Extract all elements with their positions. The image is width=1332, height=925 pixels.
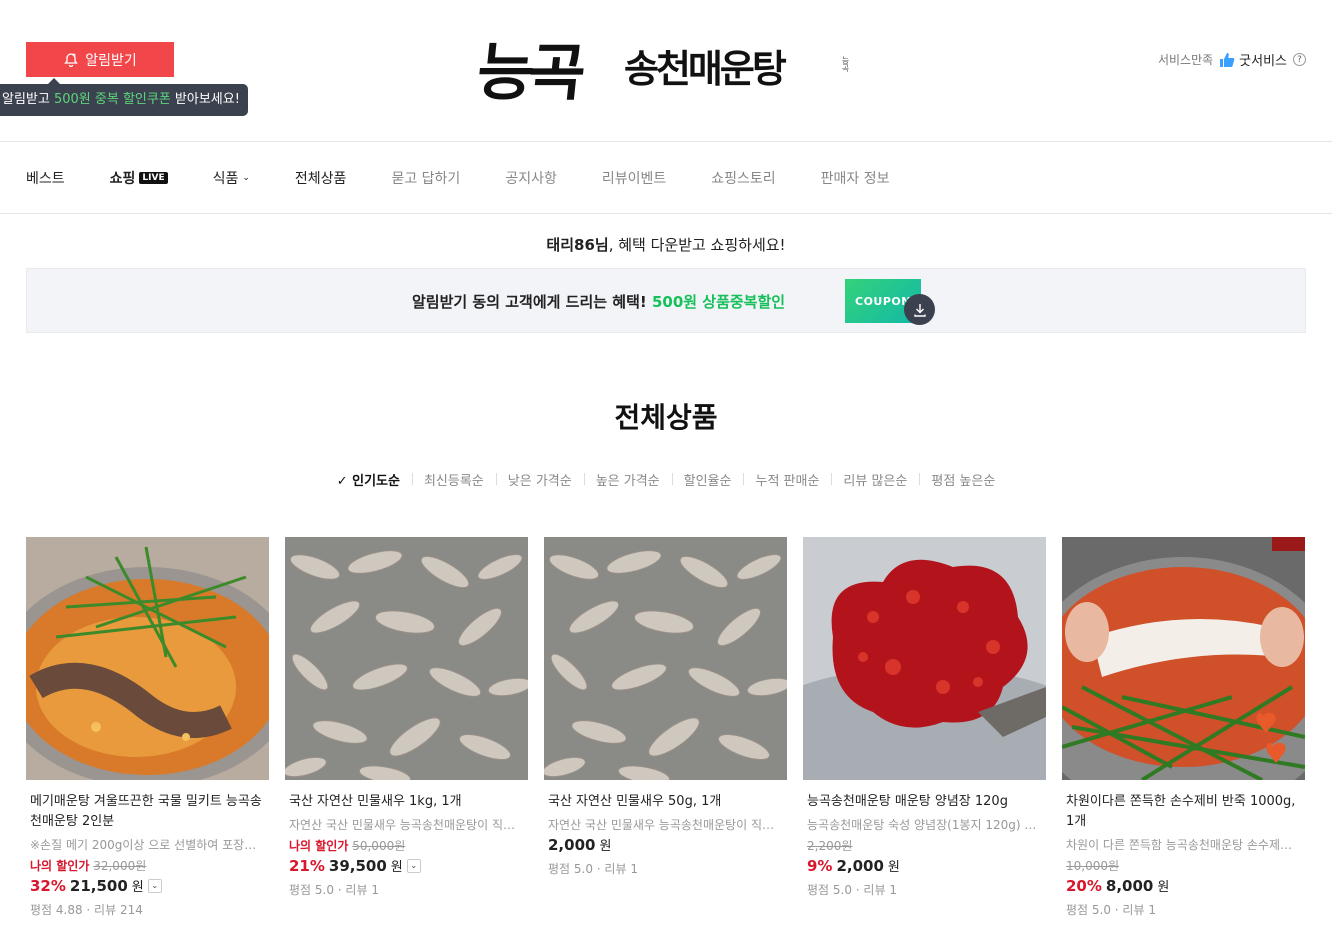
product-price: 20% 8,000 원	[1066, 876, 1170, 896]
sort-price-high[interactable]: 높은 가격순	[583, 470, 672, 489]
nav-seller-info[interactable]: 판매자 정보	[821, 168, 890, 188]
download-icon[interactable]	[904, 294, 935, 325]
nav-shopping-live[interactable]: 쇼핑 LIVE	[110, 168, 168, 188]
coupon-text: 알림받기 동의 고객에게 드리는 혜택! 500원 상품중복할인	[412, 293, 786, 311]
header: 알림받기 알림받고 500원 중복 할인쿠폰 받아보세요! 능곡 송천매운탕 능…	[0, 0, 1332, 142]
original-price: 2,200원	[807, 839, 853, 853]
logo-sub-text: 송천매운탕	[624, 46, 787, 91]
good-service: 굿서비스	[1219, 50, 1287, 69]
product-name[interactable]: 능곡송천매운탕 매운탕 양념장 120g	[803, 792, 1046, 812]
sort-options: ✓ 인기도순 최신등록순 낮은 가격순 높은 가격순 할인율순 누적 판매순 리…	[0, 470, 1332, 489]
product-rating: 평점 4.88 · 리뷰 214	[30, 903, 143, 917]
nav-best[interactable]: 베스트	[26, 168, 65, 188]
product-name[interactable]: 국산 자연산 민물새우 1kg, 1개	[285, 792, 528, 812]
product-name[interactable]: 차원이다른 쫀득한 손수제비 반죽 1000g, 1개	[1062, 792, 1305, 832]
greeting: 태리86님, 혜택 다운받고 쇼핑하세요!	[546, 236, 786, 254]
nav-all-products[interactable]: 전체상품	[295, 168, 347, 188]
product-card[interactable]: 국산 자연산 민물새우 1kg, 1개 자연산 국산 민물새우 능곡송천매운탕이…	[285, 537, 528, 918]
product-image-shrimp-50g[interactable]	[544, 537, 787, 780]
check-icon: ✓	[336, 474, 353, 489]
original-price: 10,000원	[1066, 859, 1120, 873]
service-grade: 서비스만족 굿서비스 ?	[1158, 50, 1306, 69]
product-rating: 평점 5.0 · 리뷰 1	[1066, 903, 1156, 917]
store-logo[interactable]: 능곡 송천매운탕 능곡	[474, 14, 858, 109]
product-price: 2,000 원	[548, 835, 612, 855]
product-name[interactable]: 국산 자연산 민물새우 50g, 1개	[544, 792, 787, 812]
product-card[interactable]: 국산 자연산 민물새우 50g, 1개 자연산 국산 민물새우 능곡송천매운탕이…	[544, 537, 787, 918]
live-badge: LIVE	[139, 171, 168, 184]
product-price: 21% 39,500 원 ⌄	[285, 856, 528, 875]
product-desc: 차원이 다른 쫀득함 능곡송천매운탕 손수제비 반죽	[1066, 838, 1302, 852]
chevron-down-icon: ⌄	[242, 172, 250, 183]
product-rating: 평점 5.0 · 리뷰 1	[807, 883, 897, 897]
product-price: 32% 21,500 원 ⌄	[26, 876, 269, 895]
thumbs-up-icon	[1220, 52, 1235, 67]
logo-seal: 능곡	[841, 56, 850, 72]
sort-rating[interactable]: 평점 높은순	[919, 470, 1007, 489]
product-price: 9% 2,000 원	[807, 856, 900, 876]
sort-popular[interactable]: ✓ 인기도순	[325, 470, 412, 489]
sort-reviews[interactable]: 리뷰 많은순	[831, 470, 919, 489]
section-title: 전체상품	[614, 401, 718, 434]
my-discount-price: 나의 할인가 32,000원	[30, 859, 147, 873]
product-card[interactable]: 메기매운탕 겨울뜨끈한 국물 밀키트 능곡송천매운탕 2인분 ※손질 메기 20…	[26, 537, 269, 918]
service-label: 서비스만족	[1157, 53, 1214, 67]
nav-shopping-story[interactable]: 쇼핑스토리	[711, 168, 775, 188]
sort-price-low[interactable]: 낮은 가격순	[495, 470, 584, 489]
product-desc: 능곡송천매운탕 숙성 양념장(1봉지 120g) 직접 제조	[807, 818, 1043, 832]
nav-notice[interactable]: 공지사항	[505, 168, 557, 188]
sort-sales[interactable]: 누적 판매순	[743, 470, 831, 489]
product-rating: 평점 5.0 · 리뷰 1	[289, 883, 379, 897]
product-desc: ※손질 메기 200g이상 으로 선별하여 포장됩니다.	[30, 838, 266, 852]
chevron-down-icon[interactable]: ⌄	[406, 858, 421, 873]
product-image-shrimp-1kg[interactable]	[285, 537, 528, 780]
my-discount-price: 나의 할인가 50,000원	[289, 839, 406, 853]
product-name[interactable]: 메기매운탕 겨울뜨끈한 국물 밀키트 능곡송천매운탕 2인분	[26, 792, 269, 832]
nav-food[interactable]: 식품 ⌄	[213, 168, 250, 188]
help-icon[interactable]: ?	[1293, 53, 1306, 66]
nav-qna[interactable]: 묻고 답하기	[391, 168, 460, 188]
main-nav: 베스트 쇼핑 LIVE 식품 ⌄ 전체상품 묻고 답하기 공지사항 리뷰이벤트 쇼핑…	[0, 142, 1332, 214]
product-rating: 평점 5.0 · 리뷰 1	[548, 862, 638, 876]
product-desc: 자연산 국산 민물새우 능곡송천매운탕이 직접 공급합니다	[289, 818, 525, 832]
logo-main-text: 능곡	[473, 36, 584, 109]
product-image-catfish-stew[interactable]	[26, 537, 269, 780]
product-grid: 메기매운탕 겨울뜨끈한 국물 밀키트 능곡송천매운탕 2인분 ※손질 메기 20…	[26, 537, 1305, 918]
notify-tooltip: 알림받고 500원 중복 할인쿠폰 받아보세요!	[0, 78, 248, 116]
product-card[interactable]: 차원이다른 쫀득한 손수제비 반죽 1000g, 1개 차원이 다른 쫀득함 능…	[1062, 537, 1305, 918]
product-desc: 자연산 국산 민물새우 능곡송천매운탕이 직접 공급합니다	[548, 818, 784, 832]
product-image-sujebi-dough[interactable]	[1062, 537, 1305, 780]
product-image-seasoning-paste[interactable]	[803, 537, 1046, 780]
coupon-banner: 알림받기 동의 고객에게 드리는 혜택! 500원 상품중복할인 COUPON	[26, 268, 1306, 333]
sort-newest[interactable]: 최신등록순	[411, 470, 496, 489]
notify-button[interactable]: 알림받기	[26, 42, 174, 77]
notify-label: 알림받기	[85, 52, 137, 69]
sort-discount[interactable]: 할인율순	[671, 470, 744, 489]
bell-icon	[64, 52, 79, 67]
product-card[interactable]: 능곡송천매운탕 매운탕 양념장 120g 능곡송천매운탕 숙성 양념장(1봉지 …	[803, 537, 1046, 918]
chevron-down-icon[interactable]: ⌄	[147, 878, 162, 893]
nav-review-event[interactable]: 리뷰이벤트	[602, 168, 666, 188]
